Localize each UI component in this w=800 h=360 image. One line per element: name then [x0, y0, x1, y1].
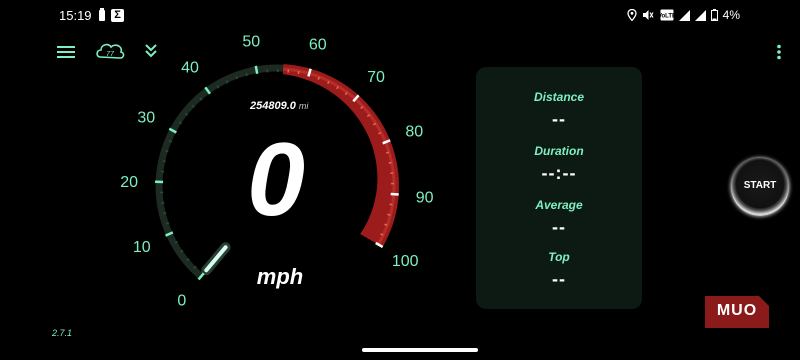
major-tick — [254, 65, 259, 74]
minor-tick — [163, 212, 167, 215]
gauge-tick-label: 40 — [181, 59, 199, 76]
stat-value-top: -- — [552, 269, 566, 289]
speedometer-gauge: 0 10 20 30 40 50 60 70 80 90 100 — [120, 33, 434, 309]
current-speed: 0 — [247, 122, 305, 238]
minor-tick — [245, 72, 248, 77]
minor-tick — [385, 151, 390, 154]
stat-label-duration: Duration — [534, 144, 584, 158]
minor-tick — [165, 149, 169, 153]
gauge-tick-label: 70 — [367, 69, 385, 86]
minor-tick — [387, 213, 391, 216]
minor-tick — [162, 160, 166, 163]
gauge-tick-label: 50 — [242, 33, 260, 50]
home-indicator[interactable] — [362, 348, 478, 352]
gauge-tick-label: 80 — [405, 124, 423, 141]
stat-label-distance: Distance — [533, 90, 585, 104]
gauge-tick-label: 30 — [137, 110, 155, 127]
gauge-tick-label: 60 — [309, 37, 327, 54]
stat-value-average: -- — [552, 217, 566, 237]
trip-stats-panel: Distance -- Duration --:-- Average -- To… — [476, 67, 642, 309]
stat-value-distance: -- — [552, 109, 566, 129]
stat-label-top: Top — [548, 250, 570, 264]
gauge-tick-label: 20 — [120, 174, 138, 191]
minor-tick — [388, 161, 392, 164]
odometer-unit: mi — [298, 101, 309, 111]
speed-needle — [204, 245, 228, 273]
gauge-tick-label: 90 — [416, 189, 434, 206]
minor-tick — [384, 223, 388, 226]
watermark-text: MUO — [716, 302, 758, 319]
start-button[interactable]: START — [731, 158, 789, 216]
odometer-value: 254809.0 — [250, 100, 296, 112]
start-button-label: START — [743, 180, 777, 191]
minor-tick — [235, 76, 238, 80]
stat-value-duration: --:-- — [541, 163, 577, 183]
stat-label-average: Average — [535, 198, 583, 212]
minor-tick — [317, 76, 321, 80]
major-tick — [390, 192, 399, 196]
speed-unit: mph — [256, 264, 304, 289]
gauge-tick-label: 100 — [392, 253, 419, 270]
odometer: 254809.0 mi — [250, 100, 308, 112]
gauge-tick-label: 0 — [177, 292, 186, 309]
muo-watermark-logo: MUO — [705, 296, 769, 328]
app-version: 2.7.1 — [52, 328, 73, 338]
gauge-tick-label: 10 — [133, 239, 151, 256]
minor-tick — [297, 70, 300, 75]
minor-tick — [168, 139, 173, 143]
minor-tick — [165, 222, 170, 225]
